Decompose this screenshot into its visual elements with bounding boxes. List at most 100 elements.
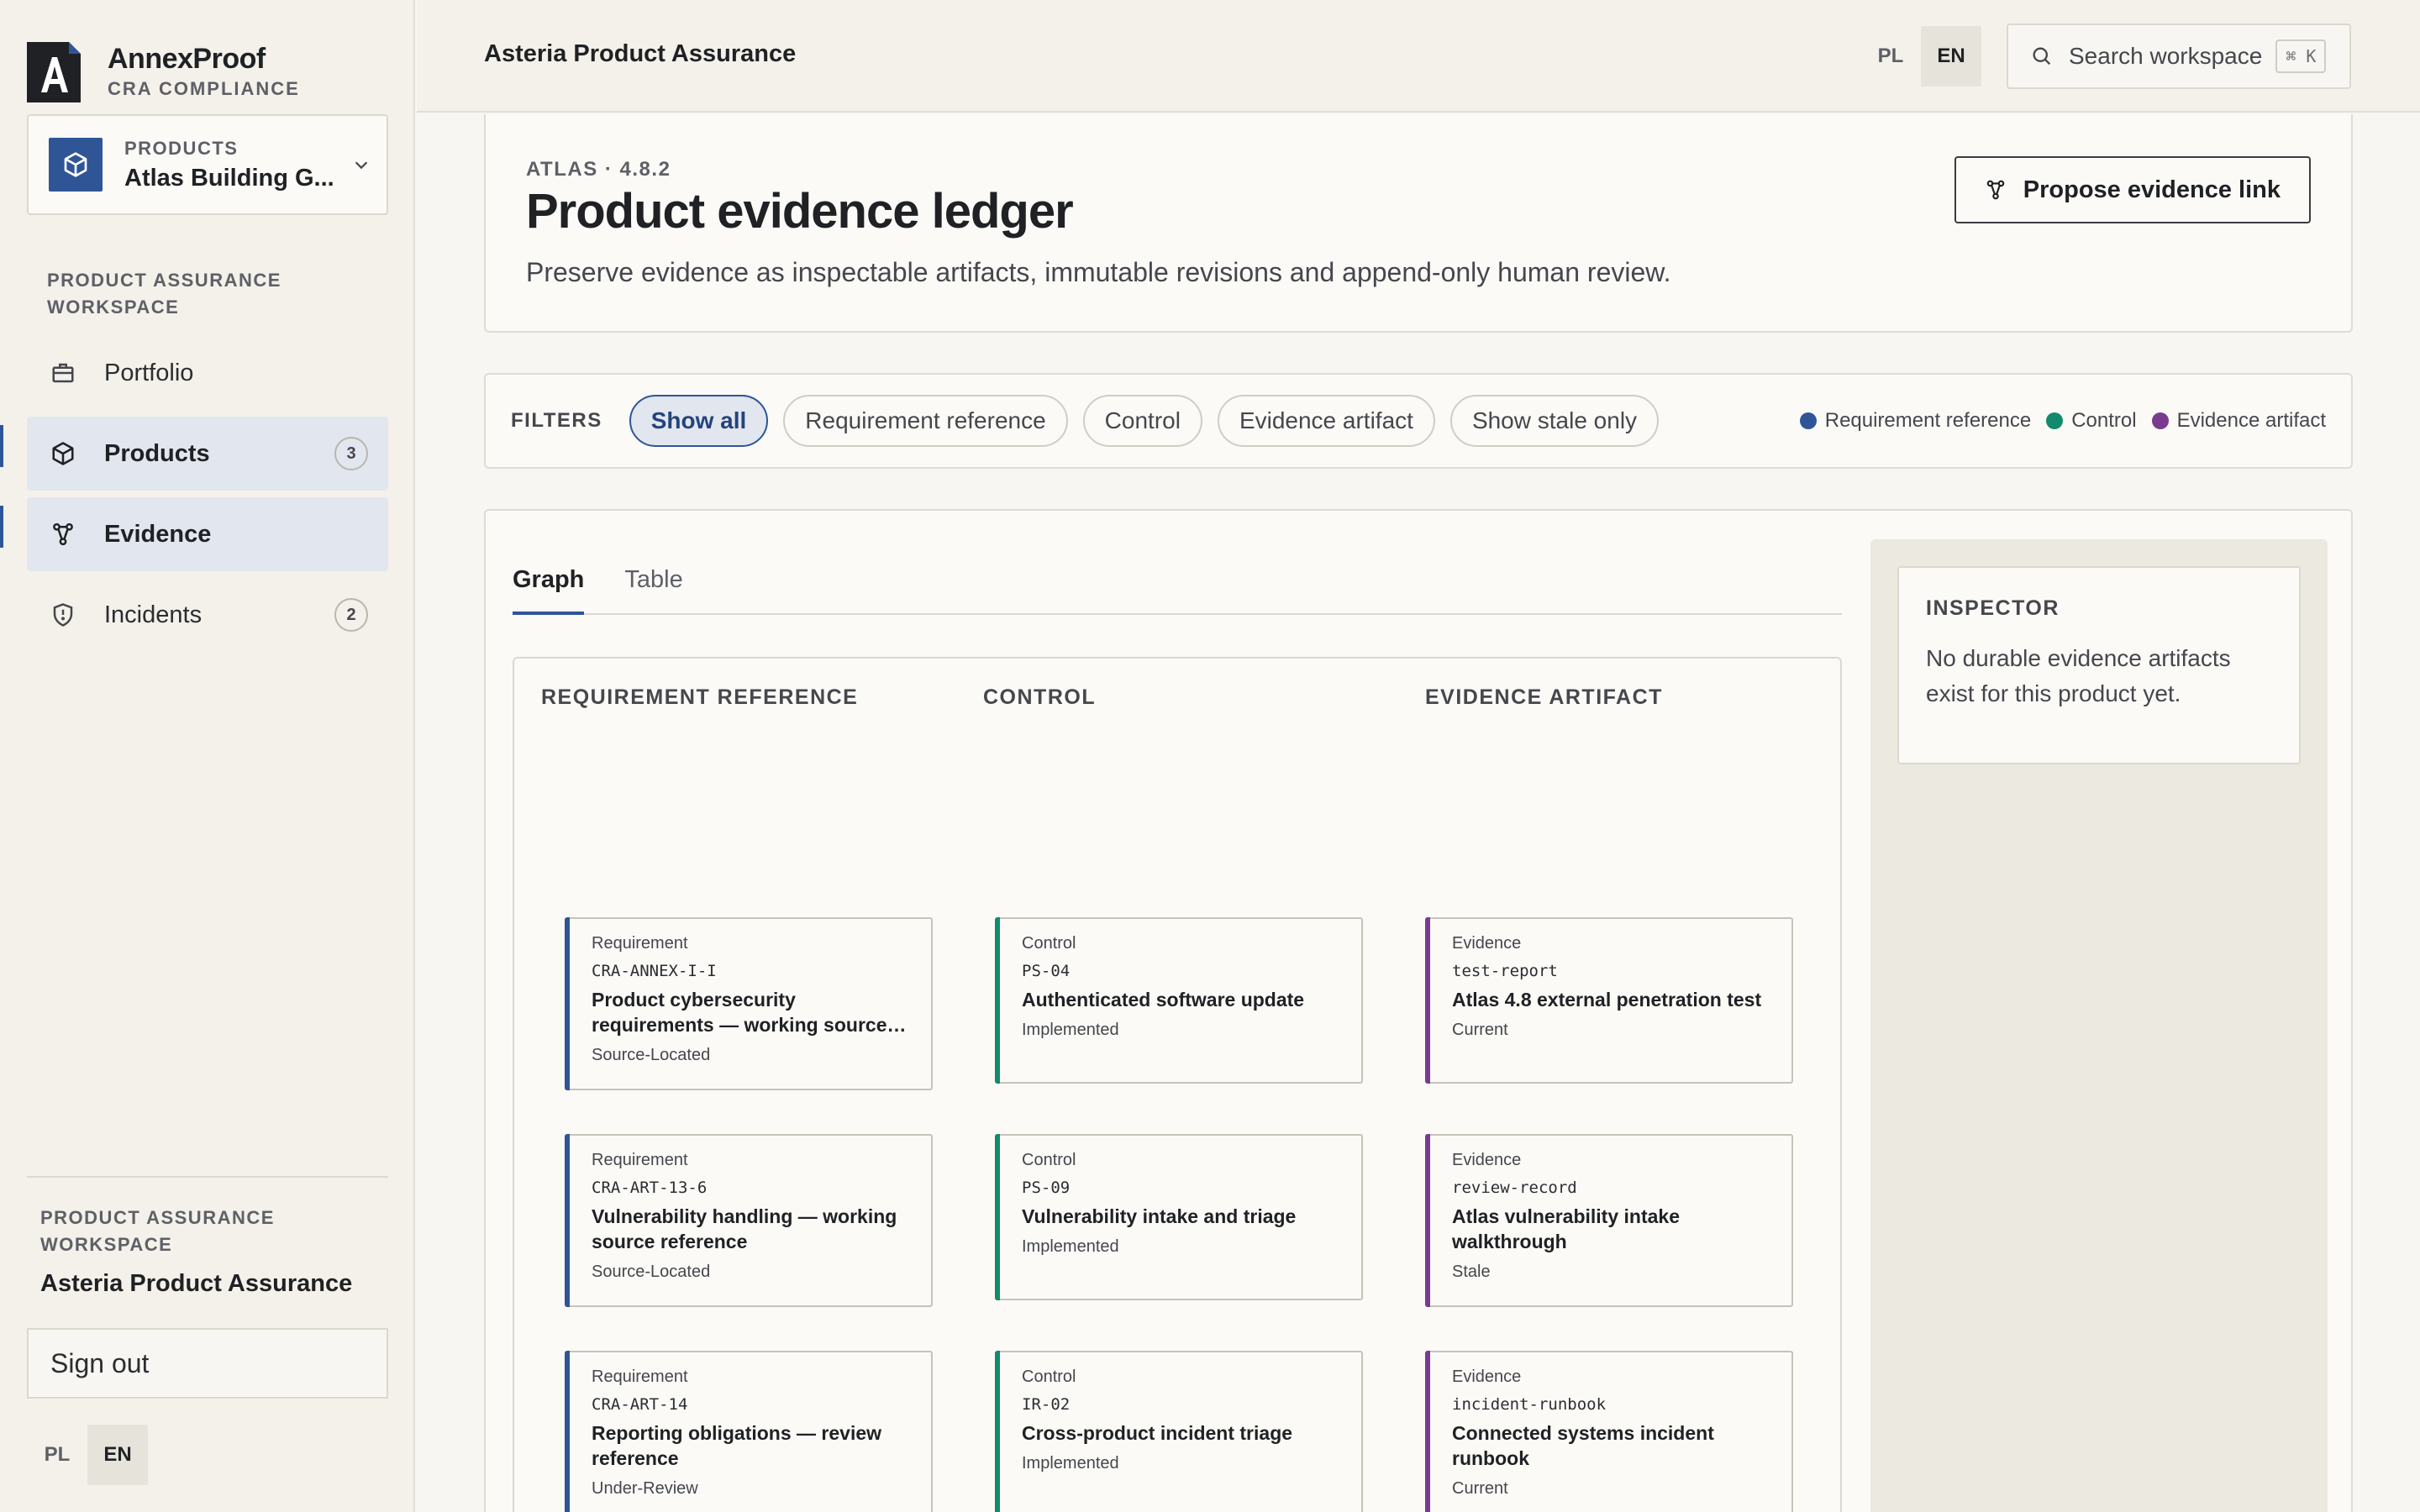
- language-switch: PL EN: [1860, 26, 1981, 87]
- brand-name: AnnexProof: [108, 43, 266, 76]
- evidence-node[interactable]: Evidence test-report Atlas 4.8 external …: [1425, 917, 1793, 1084]
- workspace-label: PRODUCT ASSURANCE WORKSPACE: [40, 1207, 275, 1255]
- node-status: Current: [1452, 1021, 1508, 1039]
- legend-item: Evidence artifact: [2151, 409, 2326, 433]
- control-node[interactable]: Control PS-04 Authenticated software upd…: [995, 917, 1363, 1084]
- lang-pl-button[interactable]: PL: [1860, 26, 1921, 87]
- workspace-title: Asteria Product Assurance: [484, 40, 797, 67]
- filter-show-all[interactable]: Show all: [629, 395, 769, 447]
- search-icon: [2030, 45, 2054, 68]
- filters-bar: FILTERS Show all Requirement reference C…: [484, 373, 2353, 469]
- workspace-name: Asteria Product Assurance: [40, 1270, 353, 1297]
- count-badge: 3: [334, 437, 368, 470]
- filter-show-stale-only[interactable]: Show stale only: [1449, 395, 1660, 447]
- control-node[interactable]: Control IR-02 Cross-product incident tri…: [995, 1351, 1363, 1512]
- node-type: Evidence: [1452, 1368, 1522, 1386]
- node-status: Source-Located: [592, 1263, 711, 1281]
- filters-label: FILTERS: [511, 409, 602, 432]
- product-picker[interactable]: PRODUCTS Atlas Building G...: [27, 114, 388, 215]
- search-placeholder: Search workspace: [2069, 43, 2263, 69]
- node-title: Atlas vulnerability intake walkthrough: [1452, 1205, 1680, 1252]
- node-code: CRA-ART-14: [592, 1395, 688, 1414]
- sign-out-button[interactable]: Sign out: [27, 1328, 388, 1399]
- node-code: PS-09: [1022, 1179, 1071, 1197]
- inspector-empty-message: No durable evidence artifacts exist for …: [1926, 645, 2231, 706]
- node-code: incident-runbook: [1452, 1395, 1607, 1414]
- page-description: Preserve evidence as inspectable artifac…: [526, 257, 1671, 287]
- node-code: CRA-ANNEX-I-I: [592, 962, 717, 980]
- node-type: Requirement: [592, 934, 688, 953]
- legend-dot: [2151, 412, 2169, 429]
- shield-alert-icon: [49, 601, 77, 629]
- node-code: CRA-ART-13-6: [592, 1179, 708, 1197]
- propose-evidence-link-button[interactable]: Propose evidence link: [1954, 156, 2311, 223]
- sidebar-item-label: Portfolio: [104, 359, 194, 386]
- count-badge: 2: [334, 598, 368, 632]
- tab-graph[interactable]: Graph: [513, 561, 585, 615]
- evidence-node[interactable]: Evidence review-record Atlas vulnerabili…: [1425, 1134, 1793, 1307]
- propose-button-label: Propose evidence link: [2023, 176, 2281, 203]
- brand[interactable]: AnnexProof CRA COMPLIANCE: [27, 42, 300, 102]
- node-title: Connected systems incident runbook: [1452, 1422, 1714, 1469]
- lang-en-button[interactable]: EN: [87, 1425, 148, 1485]
- sidebar-item-incidents[interactable]: Incidents 2: [27, 578, 388, 652]
- requirement-node[interactable]: Requirement CRA-ANNEX-I-I Product cybers…: [565, 917, 933, 1090]
- node-status: Implemented: [1022, 1454, 1119, 1473]
- node-type: Control: [1022, 1368, 1076, 1386]
- product-version: ATLAS · 4.8.2: [526, 158, 671, 181]
- node-status: Under-Review: [592, 1479, 698, 1498]
- node-title: Vulnerability handling — working source …: [592, 1205, 897, 1252]
- legend-item: Requirement reference: [1799, 409, 2032, 433]
- node-code: test-report: [1452, 962, 1558, 980]
- evidence-node[interactable]: Evidence incident-runbook Connected syst…: [1425, 1351, 1793, 1512]
- brand-logo-icon: [27, 42, 81, 102]
- sidebar-item-label: Products: [104, 439, 210, 467]
- legend-dot: [2046, 412, 2064, 429]
- tab-table[interactable]: Table: [624, 561, 682, 615]
- control-node[interactable]: Control PS-09 Vulnerability intake and t…: [995, 1134, 1363, 1300]
- legend-label: Control: [2071, 409, 2137, 432]
- filter-evidence-artifact[interactable]: Evidence artifact: [1217, 395, 1435, 447]
- product-picker-label: PRODUCTS: [124, 137, 239, 159]
- view-tabs: Graph Table: [513, 561, 1842, 615]
- node-type: Requirement: [592, 1368, 688, 1386]
- node-code: PS-04: [1022, 962, 1071, 980]
- legend-label: Requirement reference: [1824, 409, 2032, 432]
- node-title: Vulnerability intake and triage: [1022, 1205, 1297, 1227]
- node-title: Product cybersecurity requirements — wor…: [592, 989, 907, 1036]
- node-code: review-record: [1452, 1179, 1577, 1197]
- cube-icon: [49, 439, 77, 468]
- legend: Requirement reference Control Evidence a…: [1785, 375, 2326, 467]
- column-header-evidence: EVIDENCE ARTIFACT: [1425, 685, 1663, 709]
- node-status: Stale: [1452, 1263, 1491, 1281]
- node-title: Cross-product incident triage: [1022, 1422, 1293, 1444]
- filter-requirement-reference[interactable]: Requirement reference: [783, 395, 1068, 447]
- page-header: ATLAS · 4.8.2 Product evidence ledger Pr…: [484, 114, 2353, 333]
- search-input[interactable]: Search workspace ⌘ K: [2007, 24, 2351, 89]
- node-code: IR-02: [1022, 1395, 1071, 1414]
- node-type: Evidence: [1452, 1151, 1522, 1169]
- node-title: Atlas 4.8 external penetration test: [1452, 989, 1762, 1011]
- requirement-node[interactable]: Requirement CRA-ART-14 Reporting obligat…: [565, 1351, 933, 1512]
- language-switch: PL EN: [27, 1425, 148, 1485]
- legend-label: Evidence artifact: [2176, 409, 2326, 432]
- sidebar-item-portfolio[interactable]: Portfolio: [27, 336, 388, 410]
- sidebar-item-products[interactable]: Products 3: [0, 417, 388, 491]
- requirement-node[interactable]: Requirement CRA-ART-13-6 Vulnerability h…: [565, 1134, 933, 1307]
- inspector-title: INSPECTOR: [1926, 596, 2060, 620]
- sidebar-item-evidence[interactable]: Evidence: [0, 497, 388, 571]
- node-status: Current: [1452, 1479, 1508, 1498]
- lang-pl-button[interactable]: PL: [27, 1425, 87, 1485]
- legend-item: Control: [2046, 409, 2137, 433]
- briefcase-icon: [49, 359, 77, 387]
- nav-section-title: PRODUCT ASSURANCE WORKSPACE: [47, 270, 281, 318]
- cube-icon: [49, 138, 103, 192]
- node-title: Reporting obligations — review reference: [592, 1422, 882, 1469]
- topbar: Asteria Product Assurance PL EN Search w…: [417, 0, 2420, 113]
- inspector-card: INSPECTOR No durable evidence artifacts …: [1897, 566, 2301, 764]
- node-type: Requirement: [592, 1151, 688, 1169]
- filter-control[interactable]: Control: [1082, 395, 1202, 447]
- lang-en-button[interactable]: EN: [1921, 26, 1981, 87]
- page-title: Product evidence ledger: [526, 184, 1074, 239]
- node-title: Authenticated software update: [1022, 989, 1305, 1011]
